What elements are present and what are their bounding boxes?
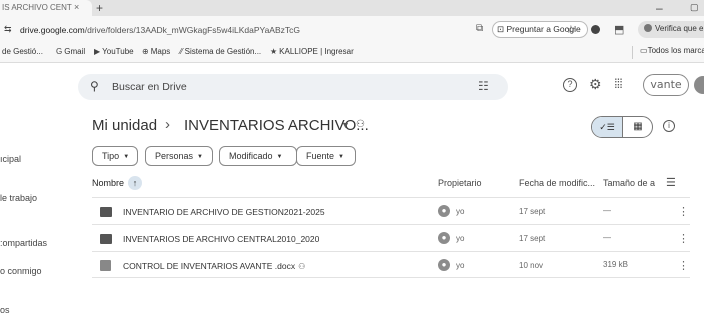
shared-people-icon: ⚇: [298, 262, 306, 271]
sort-options-icon[interactable]: ☰: [666, 176, 676, 189]
file-name[interactable]: INVENTARIO DE ARCHIVO DE GESTION2021-202…: [123, 207, 325, 217]
org-logo: vante: [643, 74, 689, 96]
modified-date: 17 sept: [519, 234, 546, 243]
owner-avatar: ●: [438, 205, 450, 217]
gmail-icon: G: [56, 47, 63, 56]
file-size: —: [603, 233, 611, 242]
profile-dot-icon: [644, 24, 652, 32]
filter-chip-type[interactable]: Tipo ▼: [92, 146, 138, 166]
file-name[interactable]: CONTROL DE INVENTARIOS AVANTE .docx ⚇: [123, 261, 305, 271]
sistema-icon: ⁄⁄: [180, 47, 183, 56]
verify-label: Verifica que eres tú: [655, 24, 704, 33]
grid-view-button[interactable]: ▦: [623, 117, 652, 137]
column-header-size[interactable]: Tamaño de a: [603, 178, 655, 188]
extensions-puzzle-icon[interactable]: ⬒: [614, 23, 624, 36]
column-header-name[interactable]: Nombre: [92, 178, 124, 188]
avatar[interactable]: [694, 76, 704, 94]
sort-arrow-up-icon[interactable]: ↑: [128, 176, 142, 190]
list-view-button[interactable]: ✓☰: [592, 117, 623, 137]
sidebar-item-recent[interactable]: os: [0, 305, 10, 313]
file-size: 319 kB: [603, 260, 628, 269]
verify-profile-button[interactable]: Verifica que eres tú: [638, 21, 704, 38]
minimize-icon[interactable]: –: [656, 1, 663, 15]
search-icon[interactable]: ⚲: [90, 79, 99, 93]
more-options-icon[interactable]: ⋮: [678, 232, 689, 245]
url-field[interactable]: drive.google.com/drive/folders/13AADk_mW…: [20, 25, 300, 35]
owner-avatar: ●: [438, 259, 450, 271]
breadcrumb-my-drive[interactable]: Mi unidad: [92, 117, 157, 134]
youtube-icon: ▶: [94, 47, 101, 56]
bookmark-item-gmail[interactable]: G Gmail: [56, 47, 85, 56]
tab-title: IS ARCHIVO CENT: [2, 3, 72, 12]
sidebar-item-shared-with-me[interactable]: o conmigo: [0, 266, 42, 276]
maps-icon: ⊕: [142, 47, 149, 56]
bookmarks-bar: de Gestió... G Gmail ▶ YouTube ⊕ Maps ⁄⁄ Sis…: [0, 43, 704, 63]
table-row[interactable]: INVENTARIO DE ARCHIVO DE GESTION2021-202…: [92, 197, 690, 224]
extension-icon[interactable]: [591, 25, 600, 34]
bookmark-separator: [632, 46, 633, 59]
column-header-modified[interactable]: Fecha de modific...: [519, 178, 595, 188]
sidebar-item-principal[interactable]: ıcipal: [0, 154, 21, 164]
bookmark-item-kalliope[interactable]: ★ KALLIOPE | Ingresar: [270, 47, 354, 56]
bookmark-item[interactable]: de Gestió...: [2, 47, 43, 56]
help-icon[interactable]: ?: [563, 78, 577, 92]
kalliope-icon: ★: [270, 47, 278, 56]
caret-down-icon: ▼: [197, 154, 203, 160]
bookmark-item-sistema[interactable]: ⁄⁄ Sistema de Gestión...: [180, 47, 261, 56]
gear-icon[interactable]: ⚙: [589, 76, 602, 93]
shared-people-icon: ⚇: [356, 119, 365, 130]
tab-strip: IS ARCHIVO CENT × + – ▢: [0, 0, 704, 16]
google-lens-icon: ⊡: [497, 24, 505, 34]
view-toggle: ✓☰ ▦: [591, 116, 653, 138]
sidebar-item-shared-drives[interactable]: :ompartidas: [0, 238, 47, 248]
chevron-down-icon[interactable]: ▼: [341, 120, 350, 130]
file-size: —: [603, 206, 611, 215]
shared-folder-icon: [100, 234, 112, 244]
maximize-icon[interactable]: ▢: [690, 2, 699, 13]
word-doc-icon: [100, 260, 111, 271]
apps-grid-icon[interactable]: ⁞⁞⁞: [614, 76, 623, 91]
shared-folder-icon: [100, 207, 112, 217]
filter-chip-modified[interactable]: Modificado ▼: [219, 146, 297, 166]
address-bar-row: ⇆ drive.google.com/drive/folders/13AADk_…: [0, 16, 704, 43]
search-bar[interactable]: ⚲ Buscar en Drive ☷: [78, 74, 508, 100]
bookmark-star-icon[interactable]: ☆: [566, 23, 576, 36]
browser-tab[interactable]: IS ARCHIVO CENT ×: [0, 0, 92, 16]
cast-icon[interactable]: ⧉: [476, 23, 483, 34]
owner: yo: [456, 234, 465, 243]
more-options-icon[interactable]: ⋮: [678, 259, 689, 272]
owner: yo: [456, 207, 465, 216]
caret-down-icon: ▼: [338, 154, 344, 160]
filter-chip-people[interactable]: Personas ▼: [145, 146, 213, 166]
tab-close-icon[interactable]: ×: [74, 2, 79, 12]
bookmark-item-youtube[interactable]: ▶ YouTube: [94, 47, 134, 56]
more-options-icon[interactable]: ⋮: [678, 205, 689, 218]
modified-date: 10 nov: [519, 261, 544, 270]
folder-icon: ▭: [640, 46, 648, 55]
table-row[interactable]: CONTROL DE INVENTARIOS AVANTE .docx ⚇ ● y…: [92, 251, 690, 278]
column-header-owner[interactable]: Propietario: [438, 178, 482, 188]
info-icon[interactable]: i: [663, 120, 675, 132]
file-name[interactable]: INVENTARIOS DE ARCHIVO CENTRAL2010_2020: [123, 234, 319, 244]
bookmark-item-maps[interactable]: ⊕ Maps: [142, 47, 170, 56]
caret-down-icon: ▼: [123, 154, 130, 160]
filter-chip-source[interactable]: Fuente ▼: [296, 146, 356, 166]
sidebar-item-workspace[interactable]: le trabajo: [0, 193, 37, 203]
site-info-icon[interactable]: ⇆: [4, 24, 12, 35]
caret-down-icon: ▼: [276, 154, 283, 160]
url-path: /drive/folders/13AADk_mWGkagFs5w4iLKdaPY…: [84, 25, 300, 35]
all-bookmarks-button[interactable]: ▭Todos los marcad: [640, 46, 704, 55]
owner: yo: [456, 261, 465, 270]
search-options-icon[interactable]: ☷: [478, 79, 489, 93]
search-input[interactable]: Buscar en Drive: [112, 81, 187, 93]
new-tab-button[interactable]: +: [96, 1, 103, 15]
owner-avatar: ●: [438, 232, 450, 244]
chevron-right-icon: ›: [165, 116, 170, 133]
modified-date: 17 sept: [519, 207, 546, 216]
url-host: drive.google.com: [20, 25, 85, 35]
table-row[interactable]: INVENTARIOS DE ARCHIVO CENTRAL2010_2020 …: [92, 224, 690, 251]
